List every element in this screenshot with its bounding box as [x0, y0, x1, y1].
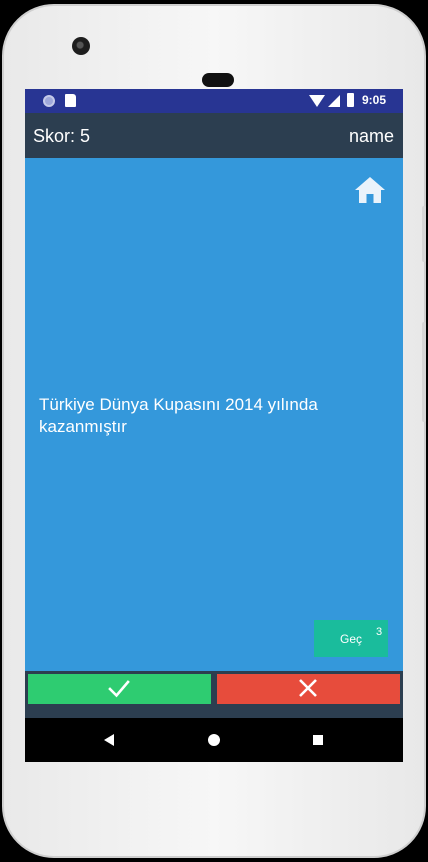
close-icon: [299, 679, 317, 697]
front-camera: [72, 37, 90, 55]
question-area: Türkiye Dünya Kupasını 2014 yılında kaza…: [25, 158, 403, 671]
power-button: [422, 322, 426, 422]
wifi-icon: [309, 95, 325, 107]
screen: 9:05 Skor: 5 name Türkiye Dünya Kupasını…: [25, 89, 403, 762]
recents-icon[interactable]: [313, 735, 323, 745]
check-icon: [108, 680, 130, 698]
skip-count-badge: 3: [376, 626, 383, 638]
status-time: 9:05: [362, 93, 387, 107]
volume-button: [422, 206, 426, 262]
top-bar: Skor: 5 name: [25, 113, 403, 158]
home-icon[interactable]: [354, 176, 386, 204]
sd-card-icon: [65, 94, 76, 107]
score-label: Skor: 5: [33, 126, 91, 146]
question-text: Türkiye Dünya Kupasını 2014 yılında kaza…: [39, 395, 318, 436]
nav-bar: [25, 718, 403, 762]
skip-button[interactable]: Geç 3: [314, 620, 388, 657]
notification-circle-icon: [43, 95, 55, 107]
back-icon[interactable]: [104, 734, 114, 746]
home-circle-icon[interactable]: [208, 734, 220, 746]
skip-button-label: Geç: [340, 632, 363, 646]
battery-icon: [347, 93, 354, 107]
signal-icon: [328, 95, 340, 107]
false-button[interactable]: [217, 674, 400, 704]
earpiece-speaker: [202, 73, 234, 87]
user-name: name: [348, 126, 394, 146]
answer-bar: [25, 671, 403, 718]
true-button[interactable]: [28, 674, 211, 704]
status-bar: 9:05: [25, 89, 403, 113]
